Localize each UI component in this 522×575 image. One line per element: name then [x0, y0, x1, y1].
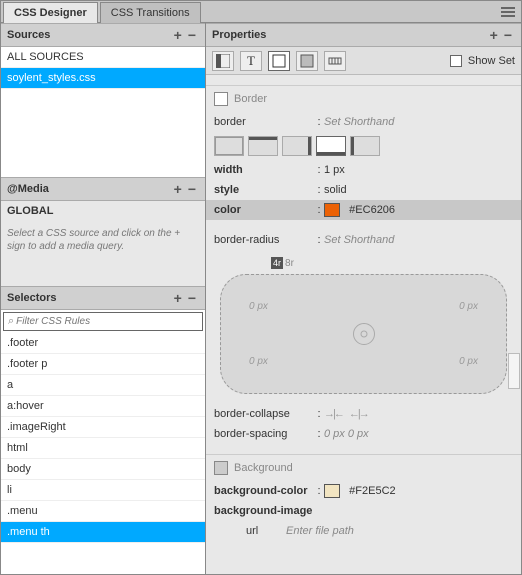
- radius-br[interactable]: 0 px: [459, 356, 478, 367]
- text-category-icon[interactable]: T: [240, 51, 262, 71]
- border-top-icon[interactable]: [248, 136, 278, 156]
- radius-bl[interactable]: 0 px: [249, 356, 268, 367]
- border-color-hex: #EC6206: [349, 204, 395, 216]
- link-icon[interactable]: [353, 323, 375, 345]
- search-icon: ⌕: [8, 315, 14, 328]
- border-radius-shorthand[interactable]: Set Shorthand: [324, 234, 513, 246]
- collapse-separate-icon[interactable]: ←|→: [349, 408, 368, 420]
- selector-item[interactable]: body: [1, 459, 205, 480]
- media-add-button[interactable]: +: [171, 181, 185, 197]
- border-right-icon[interactable]: [282, 136, 312, 156]
- selector-item[interactable]: a:hover: [1, 396, 205, 417]
- show-set-label: Show Set: [468, 55, 515, 67]
- border-radius-label: border-radius: [214, 234, 314, 246]
- panel-menu-icon[interactable]: [495, 6, 521, 18]
- background-group-label: Background: [234, 462, 293, 474]
- border-color-label: color: [214, 204, 314, 216]
- selector-item[interactable]: .imageRight: [1, 417, 205, 438]
- layout-category-icon[interactable]: [212, 51, 234, 71]
- border-collapse-label: border-collapse: [214, 408, 314, 420]
- selector-item[interactable]: .menu: [1, 501, 205, 522]
- border-bottom-icon[interactable]: [316, 136, 346, 156]
- background-group-title: Background: [206, 455, 521, 481]
- selector-item[interactable]: html: [1, 438, 205, 459]
- border-all-icon[interactable]: [214, 136, 244, 156]
- radius-tr[interactable]: 0 px: [459, 301, 478, 312]
- all-sources-item[interactable]: ALL SOURCES: [1, 47, 205, 68]
- sources-add-button[interactable]: +: [171, 27, 185, 43]
- media-note: Select a CSS source and click on the + s…: [1, 221, 205, 259]
- media-header: @Media + −: [1, 177, 205, 201]
- border-radius-diagram[interactable]: 4r 8r 0 px 0 px 0 px 0 px: [220, 274, 507, 394]
- bgimage-label: background-image: [214, 505, 314, 517]
- properties-header: Properties + −: [206, 23, 521, 47]
- border-label: border: [214, 116, 314, 128]
- selector-item[interactable]: a: [1, 375, 205, 396]
- border-category-icon[interactable]: [268, 51, 290, 71]
- media-title: @Media: [7, 183, 49, 195]
- border-spacing-value[interactable]: 0 px 0 px: [324, 428, 513, 440]
- properties-title: Properties: [212, 29, 266, 41]
- border-width-value[interactable]: 1 px: [324, 164, 513, 176]
- selectors-header: Selectors + −: [1, 286, 205, 310]
- properties-add-button[interactable]: +: [487, 27, 501, 43]
- media-remove-button[interactable]: −: [185, 181, 199, 197]
- collapse-collapse-icon[interactable]: →|←: [324, 408, 343, 420]
- more-category-icon[interactable]: [324, 51, 346, 71]
- selector-item[interactable]: .footer p: [1, 354, 205, 375]
- bgcolor-swatch[interactable]: [324, 484, 340, 498]
- scrollbar-thumb[interactable]: [508, 353, 520, 389]
- show-set-checkbox[interactable]: [450, 55, 462, 67]
- border-width-label: width: [214, 164, 314, 176]
- radius-chip[interactable]: 4r: [271, 257, 283, 269]
- sources-title: Sources: [7, 29, 50, 41]
- border-style-value[interactable]: solid: [324, 184, 513, 196]
- border-style-label: style: [214, 184, 314, 196]
- border-color-value[interactable]: #EC6206: [324, 203, 513, 217]
- border-left-icon[interactable]: [350, 136, 380, 156]
- selector-filter-input[interactable]: [16, 316, 200, 327]
- border-group-icon: [214, 92, 228, 106]
- selector-item[interactable]: .footer: [1, 333, 205, 354]
- background-category-icon[interactable]: [296, 51, 318, 71]
- source-file-item[interactable]: soylent_styles.css: [1, 68, 205, 89]
- properties-remove-button[interactable]: −: [501, 27, 515, 43]
- url-label: url: [246, 525, 286, 537]
- selectors-remove-button[interactable]: −: [185, 290, 199, 306]
- border-collapse-value[interactable]: →|← ←|→: [324, 408, 513, 420]
- bgcolor-value[interactable]: #F2E5C2: [324, 484, 513, 498]
- selector-item[interactable]: .menu th: [1, 522, 205, 543]
- bgcolor-label: background-color: [214, 485, 314, 497]
- selectors-add-button[interactable]: +: [171, 290, 185, 306]
- tab-css-transitions[interactable]: CSS Transitions: [100, 2, 201, 23]
- border-spacing-label: border-spacing: [214, 428, 314, 440]
- border-group-label: Border: [234, 93, 267, 105]
- url-value[interactable]: Enter file path: [286, 525, 513, 537]
- radius-tl[interactable]: 0 px: [249, 301, 268, 312]
- border-color-swatch[interactable]: [324, 203, 340, 217]
- selectors-title: Selectors: [7, 292, 57, 304]
- sources-header: Sources + −: [1, 23, 205, 47]
- media-global-item[interactable]: GLOBAL: [1, 201, 205, 221]
- bgcolor-hex: #F2E5C2: [349, 485, 395, 497]
- radius-chip-val: 8r: [285, 258, 294, 269]
- background-group-icon: [214, 461, 228, 475]
- selector-filter[interactable]: ⌕: [3, 312, 203, 331]
- border-shorthand-value[interactable]: Set Shorthand: [324, 116, 513, 128]
- sources-remove-button[interactable]: −: [185, 27, 199, 43]
- tab-css-designer[interactable]: CSS Designer: [3, 2, 98, 23]
- selector-item[interactable]: li: [1, 480, 205, 501]
- border-group-title: Border: [206, 86, 521, 112]
